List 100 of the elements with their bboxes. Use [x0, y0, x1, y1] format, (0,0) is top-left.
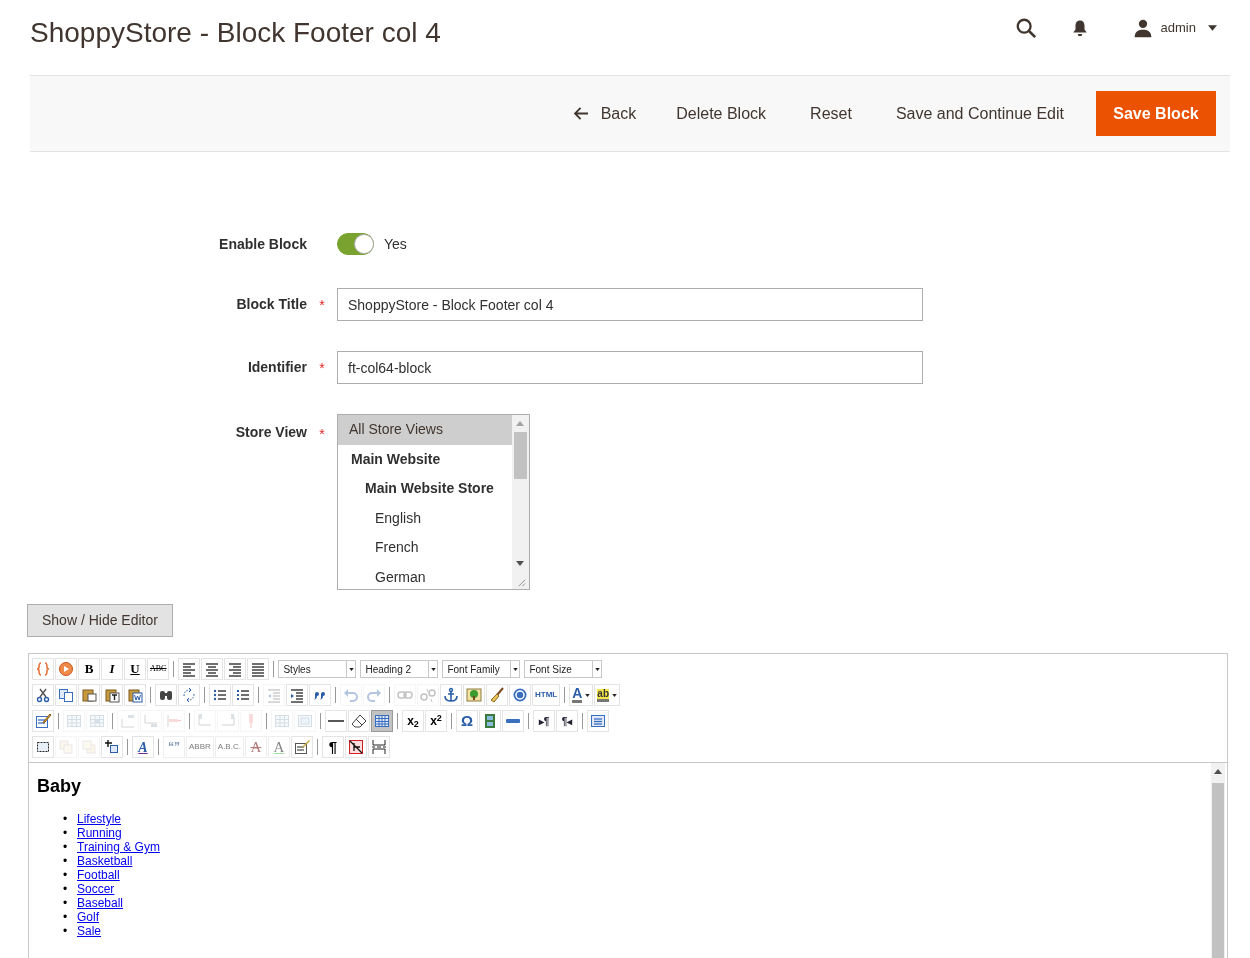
tree-picture-icon — [466, 687, 482, 703]
help-icon — [512, 687, 528, 703]
text-color-button[interactable]: A — [569, 684, 594, 706]
text-field[interactable]: ft-col64-block — [337, 351, 923, 384]
html-button[interactable]: HTML — [532, 684, 561, 706]
store-view-list[interactable]: All Store Views Main Website Main Website Store English French German — [337, 414, 530, 590]
user-menu[interactable]: admin — [1132, 17, 1217, 38]
move-square-icon — [104, 739, 120, 755]
scroll-up-icon — [1214, 769, 1222, 774]
visual-characters-button[interactable]: ¶ — [321, 736, 344, 758]
align-right-icon — [227, 661, 244, 677]
action-button[interactable]: Save and Continue Edit — [877, 91, 1082, 136]
play-circle-icon — [58, 661, 74, 677]
content-link[interactable]: Golf — [77, 910, 99, 924]
store-view-option[interactable]: All Store Views — [338, 415, 513, 445]
broken-link-icon — [420, 687, 436, 703]
action-button[interactable]: Reset — [792, 91, 870, 136]
redo-icon — [366, 687, 382, 703]
content-link[interactable]: Sale — [77, 924, 102, 938]
scrollbar[interactable] — [512, 415, 529, 589]
scroll-thumb[interactable] — [514, 432, 527, 479]
brush-icon — [489, 687, 505, 703]
content-link[interactable]: Running — [77, 826, 122, 840]
notepad-pencil-icon — [35, 713, 51, 729]
show-hide-editor-button[interactable]: Show / Hide Editor — [27, 604, 173, 637]
bulleted-list-icon — [212, 687, 228, 703]
action-button[interactable]: Delete Block — [658, 91, 785, 136]
scissors-icon — [35, 687, 51, 703]
list-bullet: • — [63, 924, 69, 938]
scroll-down-icon — [516, 561, 524, 566]
insert-column-icon — [197, 713, 213, 729]
highlight-button[interactable]: ab — [594, 684, 620, 706]
style-properties-button[interactable]: A — [132, 736, 154, 758]
format-dropdown[interactable]: Heading 2 — [360, 660, 439, 678]
scroll-thumb[interactable] — [1212, 783, 1224, 958]
back-button[interactable]: Back — [559, 91, 651, 136]
user-icon — [1132, 17, 1153, 38]
caret-icon — [594, 667, 600, 671]
caret-icon — [1208, 24, 1217, 31]
content-link[interactable]: Soccer — [77, 882, 115, 896]
list-bullet: • — [63, 840, 69, 854]
list-bullet: • — [63, 812, 69, 826]
dashed-frame-icon — [35, 739, 51, 755]
merge-cells-icon — [297, 713, 313, 729]
toggle-label: Yes — [384, 234, 407, 254]
horizontal-line-icon — [328, 720, 344, 722]
caret-icon — [348, 667, 354, 671]
underline-button[interactable]: U — [124, 658, 146, 680]
field-label: Identifier — [246, 358, 307, 377]
field-label: Store View — [234, 423, 307, 442]
italic-button[interactable]: I — [101, 658, 123, 680]
braces-icon — [35, 661, 51, 677]
superscript-button[interactable]: x$^{2}$ — [425, 710, 447, 732]
left-to-right-button[interactable]: ▸¶ — [533, 710, 555, 732]
list-bullet: • — [63, 882, 69, 896]
caret-icon — [612, 693, 617, 697]
page-break-icon — [370, 739, 387, 755]
split-cells-icon — [274, 713, 290, 729]
format-dropdown[interactable]: Styles — [278, 660, 357, 678]
left-arrow-icon — [573, 107, 589, 120]
insert-column-icon — [220, 713, 236, 729]
list-bullet: • — [63, 910, 69, 924]
layers-icon — [81, 739, 97, 755]
nonbreaking-space-icon — [347, 739, 364, 755]
subscript-button[interactable]: x$_{2}$ — [402, 710, 424, 732]
content-link[interactable]: Lifestyle — [77, 812, 122, 826]
copy-icon — [58, 687, 74, 703]
eraser-icon — [351, 713, 367, 729]
save-button[interactable]: Save Block — [1096, 91, 1216, 136]
content-link[interactable]: Basketball — [77, 854, 133, 868]
caret-icon — [512, 667, 518, 671]
page-title: ShoppyStore - Block Footer col 4 — [30, 15, 441, 50]
search-button[interactable] — [1014, 16, 1037, 39]
notifications-button[interactable] — [1070, 18, 1089, 37]
field-label: Enable Block — [218, 234, 307, 254]
text-field[interactable]: ShoppyStore - Block Footer col 4 — [337, 288, 923, 321]
resize-grip-icon — [517, 578, 526, 587]
delete-row-icon — [166, 713, 182, 729]
layers-icon — [58, 739, 74, 755]
special-character-button[interactable]: Ω — [456, 710, 478, 732]
bold-button[interactable]: B — [78, 658, 100, 680]
window-icon — [590, 713, 606, 729]
undo-icon — [343, 687, 359, 703]
list-bullet: • — [63, 896, 69, 910]
editor-scrollbar[interactable] — [1211, 763, 1225, 958]
outdent-icon — [266, 687, 282, 703]
clipboard-icon — [81, 687, 97, 703]
strikethrough-button[interactable]: ABC — [147, 658, 170, 680]
content-link[interactable]: Football — [77, 868, 120, 882]
right-to-left-button[interactable]: ¶◂ — [556, 710, 578, 732]
format-dropdown[interactable]: Font Size — [524, 660, 603, 678]
bell-icon — [1070, 18, 1089, 37]
toggle-switch[interactable] — [337, 233, 374, 255]
caret-icon — [430, 667, 436, 671]
list-bullet: • — [63, 868, 69, 882]
replace-icon — [181, 687, 197, 703]
content-link[interactable]: Training & Gym — [77, 840, 160, 854]
content-link[interactable]: Baseball — [77, 896, 124, 910]
content-heading: Baby — [37, 775, 82, 798]
format-dropdown[interactable]: Font Family — [442, 660, 521, 678]
